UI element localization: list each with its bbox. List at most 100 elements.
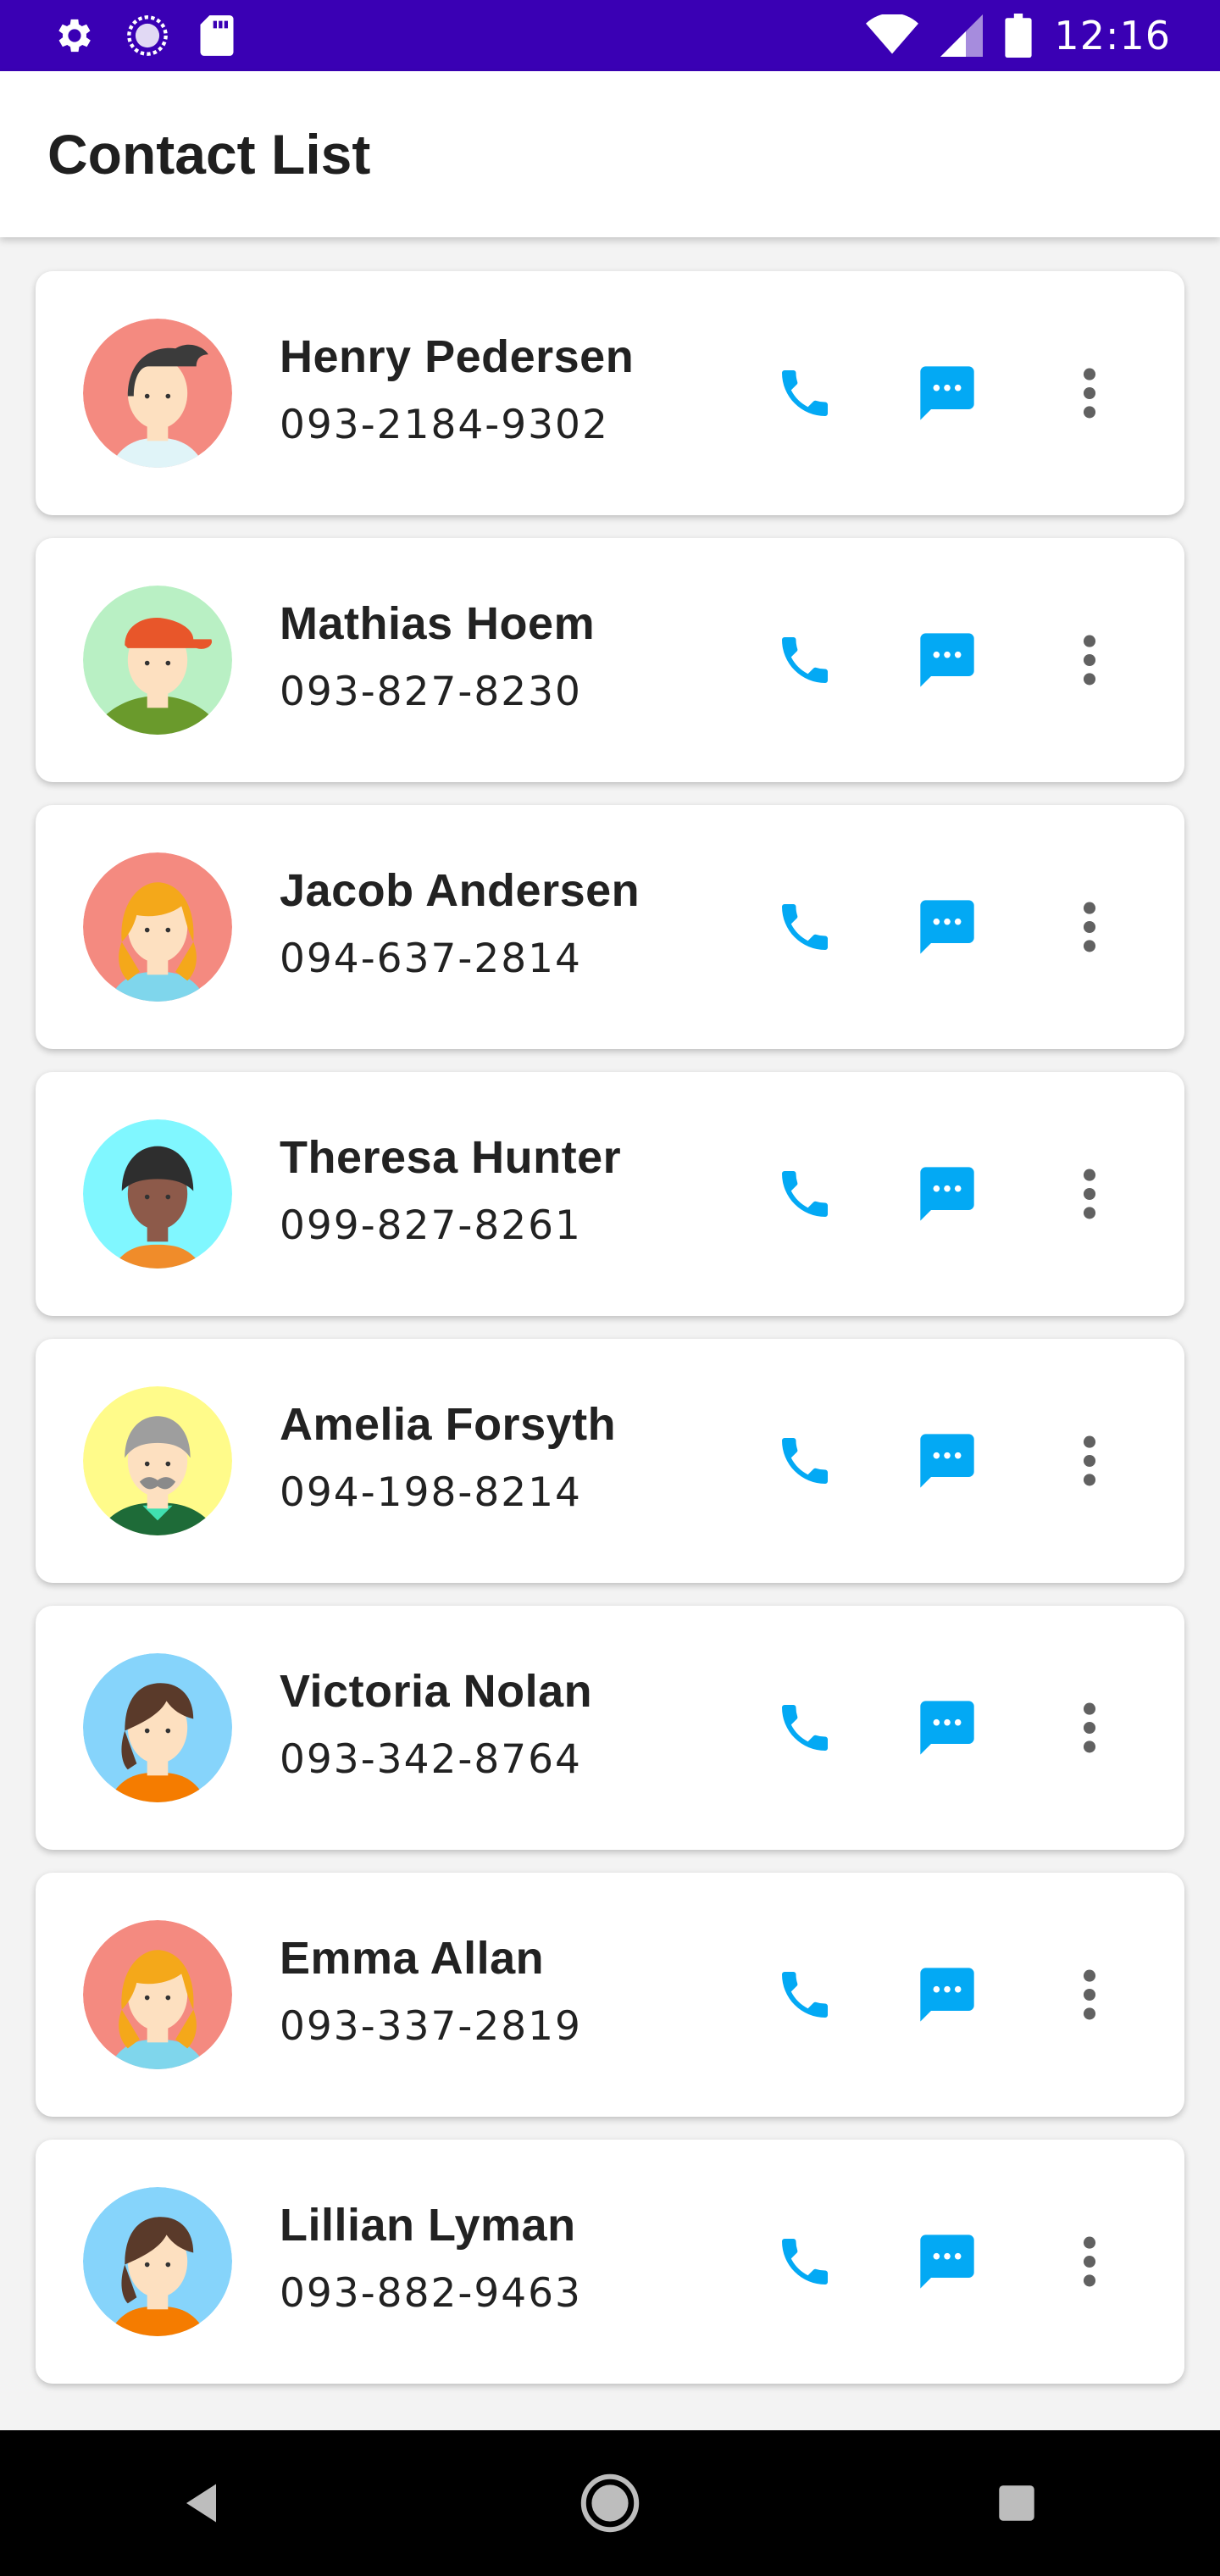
contact-card[interactable]: Theresa Hunter 099-827-8261 <box>36 1072 1184 1316</box>
avatar-blonde-woman <box>83 852 232 1002</box>
call-button[interactable] <box>773 361 837 425</box>
contact-name: Jacob Andersen <box>280 865 640 916</box>
more-vert-icon <box>1083 368 1096 419</box>
contact-card[interactable]: Victoria Nolan 093-342-8764 <box>36 1606 1184 1850</box>
contact-info: Lillian Lyman 093-882-9463 <box>280 2199 582 2317</box>
contact-card[interactable]: Amelia Forsyth 094-198-8214 <box>36 1339 1184 1583</box>
contact-phone: 093-882-9463 <box>280 2270 582 2317</box>
contact-info: Victoria Nolan 093-342-8764 <box>280 1665 592 1783</box>
call-button[interactable] <box>773 2229 837 2294</box>
message-button[interactable] <box>915 1429 979 1493</box>
contact-phone: 093-342-8764 <box>280 1736 582 1783</box>
phone-icon <box>782 637 828 683</box>
home-circle-icon <box>580 2473 640 2533</box>
message-button[interactable] <box>915 628 979 692</box>
navigation-bar <box>0 2430 1220 2576</box>
contact-card[interactable]: Jacob Andersen 094-637-2814 <box>36 805 1184 1049</box>
contact-phone: 093-827-8230 <box>280 669 582 715</box>
phone-icon <box>782 370 828 416</box>
back-button[interactable] <box>152 2452 254 2554</box>
clock: 12:16 <box>1054 13 1171 58</box>
contact-name: Lillian Lyman <box>280 2200 576 2251</box>
more-vert-icon <box>1083 1169 1096 1219</box>
more-options-button[interactable] <box>1057 628 1122 692</box>
status-right-icons: 12:16 <box>844 13 1171 58</box>
recents-square-icon <box>999 2485 1034 2521</box>
contact-card[interactable]: Henry Pedersen 093-2184-9302 <box>36 271 1184 515</box>
contact-card[interactable]: Emma Allan 093-337-2819 <box>36 1873 1184 2117</box>
call-button[interactable] <box>773 1696 837 1760</box>
settings-icon <box>53 14 97 58</box>
message-icon <box>920 1701 974 1755</box>
contact-phone: 094-637-2814 <box>280 935 582 982</box>
more-options-button[interactable] <box>1057 895 1122 959</box>
message-button[interactable] <box>915 1162 979 1226</box>
more-vert-icon <box>1083 1969 1096 2020</box>
contact-info: Emma Allan 093-337-2819 <box>280 1932 582 2050</box>
page-title: Contact List <box>47 123 371 186</box>
avatar-blonde-woman <box>83 1920 232 2069</box>
more-options-button[interactable] <box>1057 1429 1122 1493</box>
call-button[interactable] <box>773 895 837 959</box>
phone-icon <box>782 2239 828 2285</box>
contact-info: Henry Pedersen 093-2184-9302 <box>280 330 634 448</box>
message-icon <box>920 366 974 420</box>
call-button[interactable] <box>773 1429 837 1493</box>
more-vert-icon <box>1083 1435 1096 1486</box>
contact-info: Theresa Hunter 099-827-8261 <box>280 1131 621 1249</box>
contact-info: Mathias Hoem 093-827-8230 <box>280 597 595 715</box>
back-triangle-icon <box>186 2484 216 2523</box>
contact-phone: 099-827-8261 <box>280 1202 582 1249</box>
message-button[interactable] <box>915 895 979 959</box>
sd-card-icon <box>198 14 236 58</box>
phone-icon <box>782 1171 828 1217</box>
contact-name: Emma Allan <box>280 1933 545 1984</box>
message-button[interactable] <box>915 361 979 425</box>
call-button[interactable] <box>773 1162 837 1226</box>
home-button[interactable] <box>559 2452 661 2554</box>
call-button[interactable] <box>773 1963 837 2027</box>
cell-signal-icon <box>940 14 984 57</box>
more-vert-icon <box>1083 635 1096 686</box>
avatar-brown-hair-woman <box>83 1653 232 1802</box>
status-left-icons <box>53 14 264 58</box>
battery-icon <box>1005 14 1033 58</box>
message-icon <box>920 1968 974 2022</box>
contact-info: Amelia Forsyth 094-198-8214 <box>280 1398 616 1516</box>
more-options-button[interactable] <box>1057 1162 1122 1226</box>
phone-icon <box>782 1972 828 2018</box>
contact-list[interactable]: Henry Pedersen 093-2184-9302 Mathias Hoe… <box>0 237 1220 2430</box>
message-button[interactable] <box>915 2229 979 2294</box>
contact-name: Victoria Nolan <box>280 1666 593 1717</box>
contact-phone: 093-337-2819 <box>280 2003 582 2050</box>
message-button[interactable] <box>915 1963 979 2027</box>
message-icon <box>920 633 974 687</box>
avatar-dark-skin-person <box>83 1119 232 1269</box>
contact-card[interactable]: Mathias Hoem 093-827-8230 <box>36 538 1184 782</box>
contact-info: Jacob Andersen 094-637-2814 <box>280 864 640 982</box>
call-button[interactable] <box>773 628 837 692</box>
avatar-brown-hair-woman <box>83 2187 232 2336</box>
recents-button[interactable] <box>966 2452 1068 2554</box>
message-button[interactable] <box>915 1696 979 1760</box>
message-icon <box>920 2235 974 2289</box>
message-icon <box>920 1167 974 1221</box>
message-icon <box>920 900 974 954</box>
more-options-button[interactable] <box>1057 1696 1122 1760</box>
contact-phone: 093-2184-9302 <box>280 402 609 448</box>
more-options-button[interactable] <box>1057 2229 1122 2294</box>
avatar-dark-hair-man <box>83 319 232 468</box>
more-options-button[interactable] <box>1057 1963 1122 2027</box>
contact-phone: 094-198-8214 <box>280 1469 582 1516</box>
avatar-cap-man <box>83 586 232 735</box>
phone-icon <box>782 904 828 950</box>
status-bar: 12:16 <box>0 0 1220 71</box>
contact-name: Amelia Forsyth <box>280 1399 617 1450</box>
loading-circle-icon <box>125 14 169 58</box>
more-options-button[interactable] <box>1057 361 1122 425</box>
contact-card[interactable]: Lillian Lyman 093-882-9463 <box>36 2140 1184 2384</box>
contact-name: Henry Pedersen <box>280 331 635 382</box>
more-vert-icon <box>1083 902 1096 952</box>
wifi-icon <box>866 14 919 57</box>
message-icon <box>920 1434 974 1488</box>
